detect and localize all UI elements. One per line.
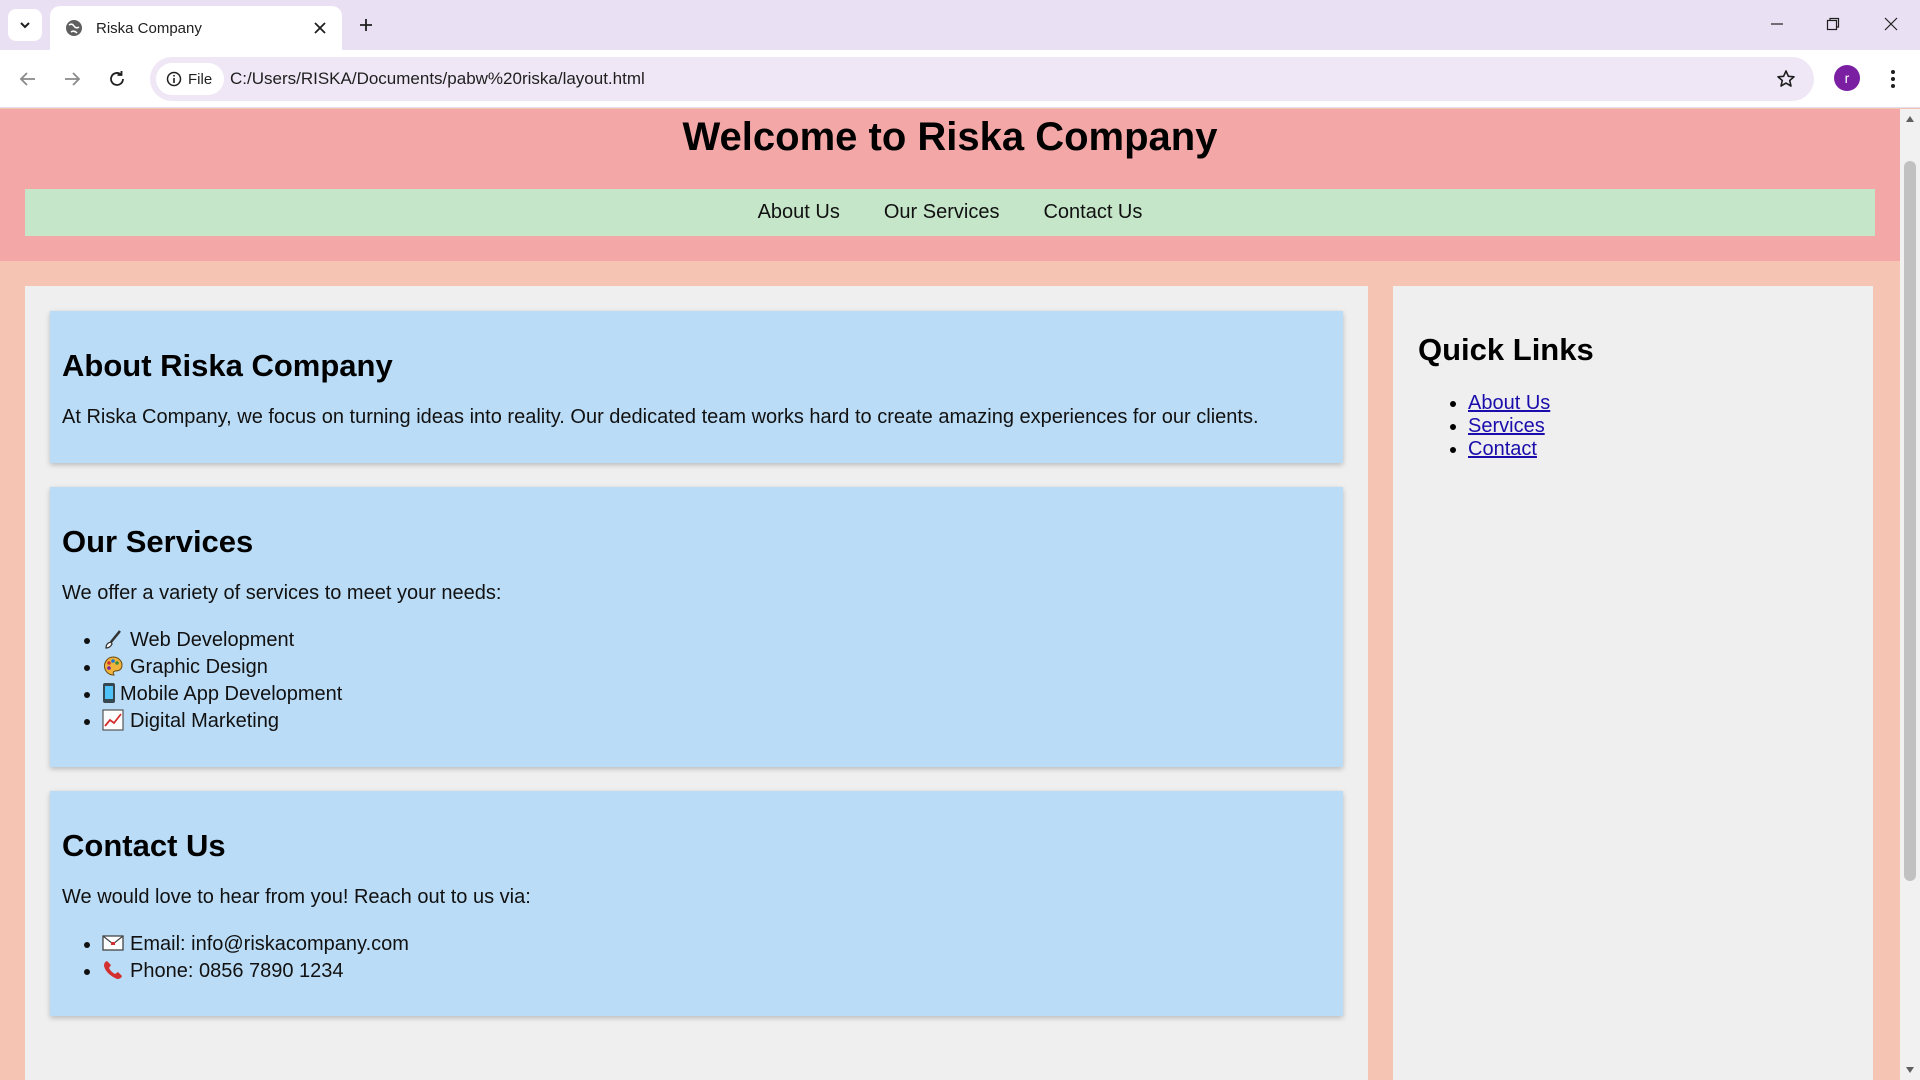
close-tab-button[interactable] [306, 14, 334, 42]
close-icon [314, 22, 326, 34]
triangle-down-icon [1906, 1067, 1914, 1073]
site-info-chip[interactable]: File [156, 63, 224, 95]
nav-link-contact[interactable]: Contact Us [1043, 201, 1142, 224]
arrow-right-icon [65, 72, 81, 86]
reload-icon [110, 71, 124, 86]
globe-icon [64, 18, 84, 38]
main-content: About Riska Company At Riska Company, we… [25, 286, 1368, 1080]
scroll-up-button[interactable] [1904, 113, 1916, 125]
section-text: We would love to hear from you! Reach ou… [62, 886, 531, 908]
plus-icon [360, 19, 372, 31]
arrow-left-icon [19, 72, 35, 86]
info-icon [166, 71, 182, 87]
forward-button[interactable] [56, 63, 88, 95]
site-header: Welcome to Riska Company About Us Our Se… [0, 109, 1900, 261]
url-text[interactable]: C:/Users/RISKA/Documents/pabw%20riska/la… [230, 57, 645, 101]
list-item: About Us [1468, 392, 1848, 415]
avatar[interactable]: r [1834, 65, 1860, 91]
about-section: About Riska Company At Riska Company, we… [50, 311, 1343, 463]
new-tab-button[interactable] [352, 11, 380, 39]
bookmark-button[interactable] [1772, 65, 1800, 93]
contact-list: Email: info@riskacompany.com Phone: 0856… [102, 931, 1331, 985]
nav-link-about[interactable]: About Us [758, 201, 840, 224]
site-nav: About Us Our Services Contact Us [25, 189, 1875, 236]
section-text: At Riska Company, we focus on turning id… [62, 406, 1259, 428]
list-item: Web Development [102, 627, 1331, 654]
list-item: Digital Marketing [102, 708, 1331, 735]
list-item: Mobile App Development [102, 681, 1331, 708]
chip-label: File [188, 70, 213, 88]
envelope-icon [102, 935, 124, 951]
close-icon [1884, 17, 1898, 31]
contact-section: Contact Us We would love to hear from yo… [50, 791, 1343, 1016]
star-icon [1777, 70, 1795, 87]
back-button[interactable] [12, 63, 44, 95]
scroll-thumb[interactable] [1904, 161, 1916, 881]
triangle-up-icon [1906, 116, 1914, 122]
reload-button[interactable] [101, 63, 133, 95]
sidebar-heading: Quick Links [1418, 332, 1594, 367]
list-item: Services [1468, 415, 1848, 438]
chevron-down-icon [20, 22, 30, 29]
section-text: We offer a variety of services to meet y… [62, 582, 502, 604]
tab-title: Riska Company [96, 19, 202, 37]
restore-icon [1826, 17, 1840, 31]
quick-link-contact[interactable]: Contact [1468, 438, 1537, 460]
mobile-phone-icon [103, 683, 115, 703]
section-heading: Our Services [62, 524, 254, 559]
scroll-down-button[interactable] [1904, 1064, 1916, 1076]
list-item: Graphic Design [102, 654, 1331, 681]
section-heading: About Riska Company [62, 348, 393, 383]
browser-menu-button[interactable] [1878, 63, 1908, 95]
quick-link-about[interactable]: About Us [1468, 392, 1550, 414]
tab-strip: Riska Company [0, 0, 1920, 50]
browser-tab[interactable]: Riska Company [50, 6, 342, 50]
minimize-icon [1771, 23, 1783, 25]
browser-toolbar: File C:/Users/RISKA/Documents/pabw%20ris… [0, 50, 1920, 108]
quick-link-services[interactable]: Services [1468, 415, 1545, 437]
restore-button[interactable] [1810, 8, 1856, 40]
chart-increasing-icon [102, 709, 124, 731]
minimize-button[interactable] [1754, 8, 1800, 40]
page-scrollbar[interactable] [1900, 109, 1920, 1080]
list-item: Phone: 0856 7890 1234 [102, 958, 1331, 985]
services-section: Our Services We offer a variety of servi… [50, 487, 1343, 767]
palette-icon [104, 656, 123, 676]
paintbrush-icon [105, 630, 121, 649]
more-vert-icon [1891, 70, 1895, 88]
tab-search-button[interactable] [8, 9, 42, 41]
services-list: Web Development Graphic Design Mobile Ap… [102, 627, 1331, 735]
address-bar[interactable]: File C:/Users/RISKA/Documents/pabw%20ris… [150, 57, 1814, 101]
quick-links-list: About Us Services Contact [1468, 392, 1848, 461]
section-heading: Contact Us [62, 828, 226, 863]
list-item: Email: info@riskacompany.com [102, 931, 1331, 958]
nav-link-services[interactable]: Our Services [884, 201, 1000, 224]
page-viewport: Welcome to Riska Company About Us Our Se… [0, 109, 1900, 1080]
page-title: Welcome to Riska Company [682, 115, 1218, 159]
sidebar: Quick Links About Us Services Contact [1393, 286, 1873, 1080]
close-window-button[interactable] [1868, 8, 1914, 40]
list-item: Contact [1468, 438, 1848, 461]
telephone-icon [104, 961, 122, 979]
